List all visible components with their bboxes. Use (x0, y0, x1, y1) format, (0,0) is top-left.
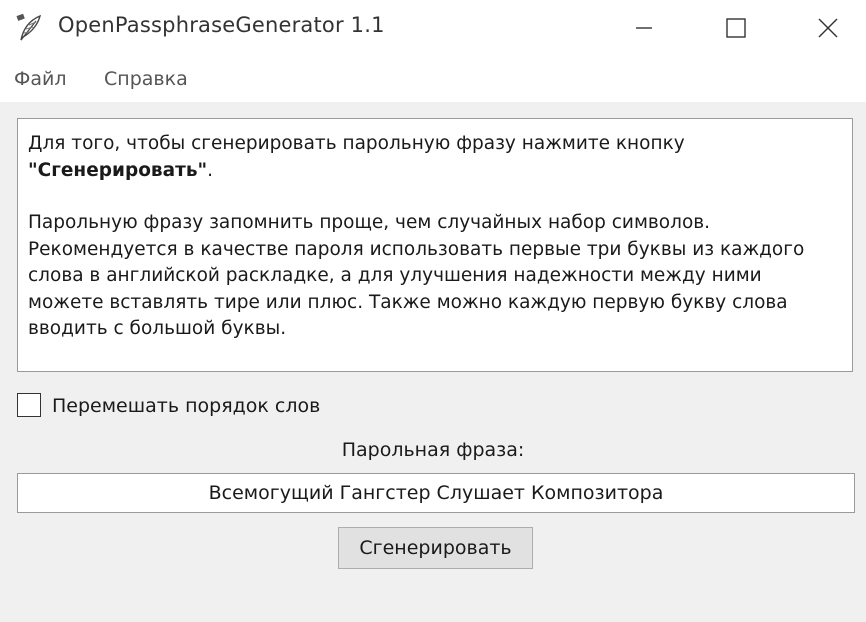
info-period: . (207, 159, 214, 181)
info-line-2: "Сгенерировать". (28, 158, 842, 185)
info-paragraph-line: вводить с большой буквы. (28, 318, 287, 339)
title-bar: OpenPassphraseGenerator 1.1 (0, 0, 866, 56)
window-title: OpenPassphraseGenerator 1.1 (58, 13, 385, 37)
menu-help[interactable]: Справка (104, 68, 188, 90)
info-paragraph-line: слова в английской раскладке, а для улуч… (28, 265, 762, 286)
passphrase-field[interactable]: Всемогущий Гангстер Слушает Композитора (17, 473, 855, 513)
minimize-button[interactable] (598, 0, 690, 56)
info-paragraph-line: можете вставлять тире или плюс. Также мо… (28, 291, 788, 313)
feather-icon (14, 12, 46, 44)
info-line-1: Для того, чтобы сгенерировать парольную … (28, 133, 685, 154)
info-button-name: "Сгенерировать" (28, 159, 208, 181)
minimize-icon (636, 27, 652, 29)
shuffle-checkbox-label[interactable]: Перемешать порядок слов (52, 395, 320, 417)
maximize-icon (726, 18, 746, 38)
info-paragraph-line: Рекомендуется в качестве пароля использо… (28, 238, 805, 260)
close-icon (818, 18, 838, 38)
info-paragraph-line: Парольную фразу запомнить проще, чем слу… (28, 212, 711, 233)
generate-button[interactable]: Сгенерировать (338, 527, 533, 569)
passphrase-label: Парольная фраза: (341, 439, 525, 461)
info-text-area[interactable]: Для того, чтобы сгенерировать парольную … (17, 118, 853, 372)
menu-file[interactable]: Файл (14, 68, 67, 90)
menu-bar: Файл Справка (0, 56, 866, 102)
maximize-button[interactable] (690, 0, 782, 56)
shuffle-checkbox[interactable] (17, 393, 41, 417)
close-button[interactable] (782, 0, 866, 56)
